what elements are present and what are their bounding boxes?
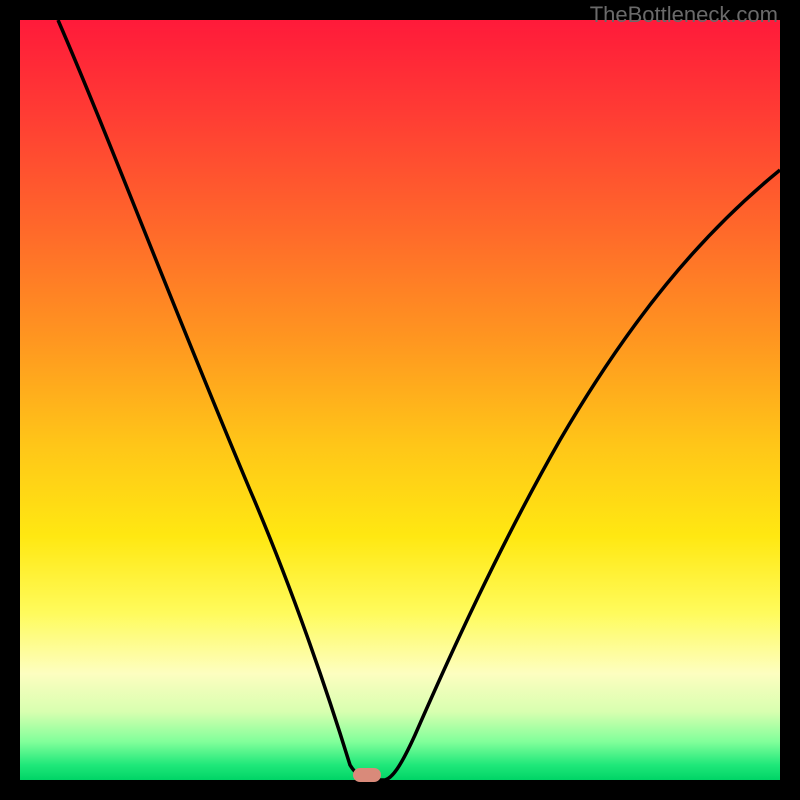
chart-frame: TheBottleneck.com xyxy=(0,0,800,800)
optimal-marker xyxy=(353,768,381,782)
bottleneck-curve xyxy=(58,20,780,780)
watermark-text: TheBottleneck.com xyxy=(590,2,778,28)
chart-curve-svg xyxy=(20,20,780,780)
